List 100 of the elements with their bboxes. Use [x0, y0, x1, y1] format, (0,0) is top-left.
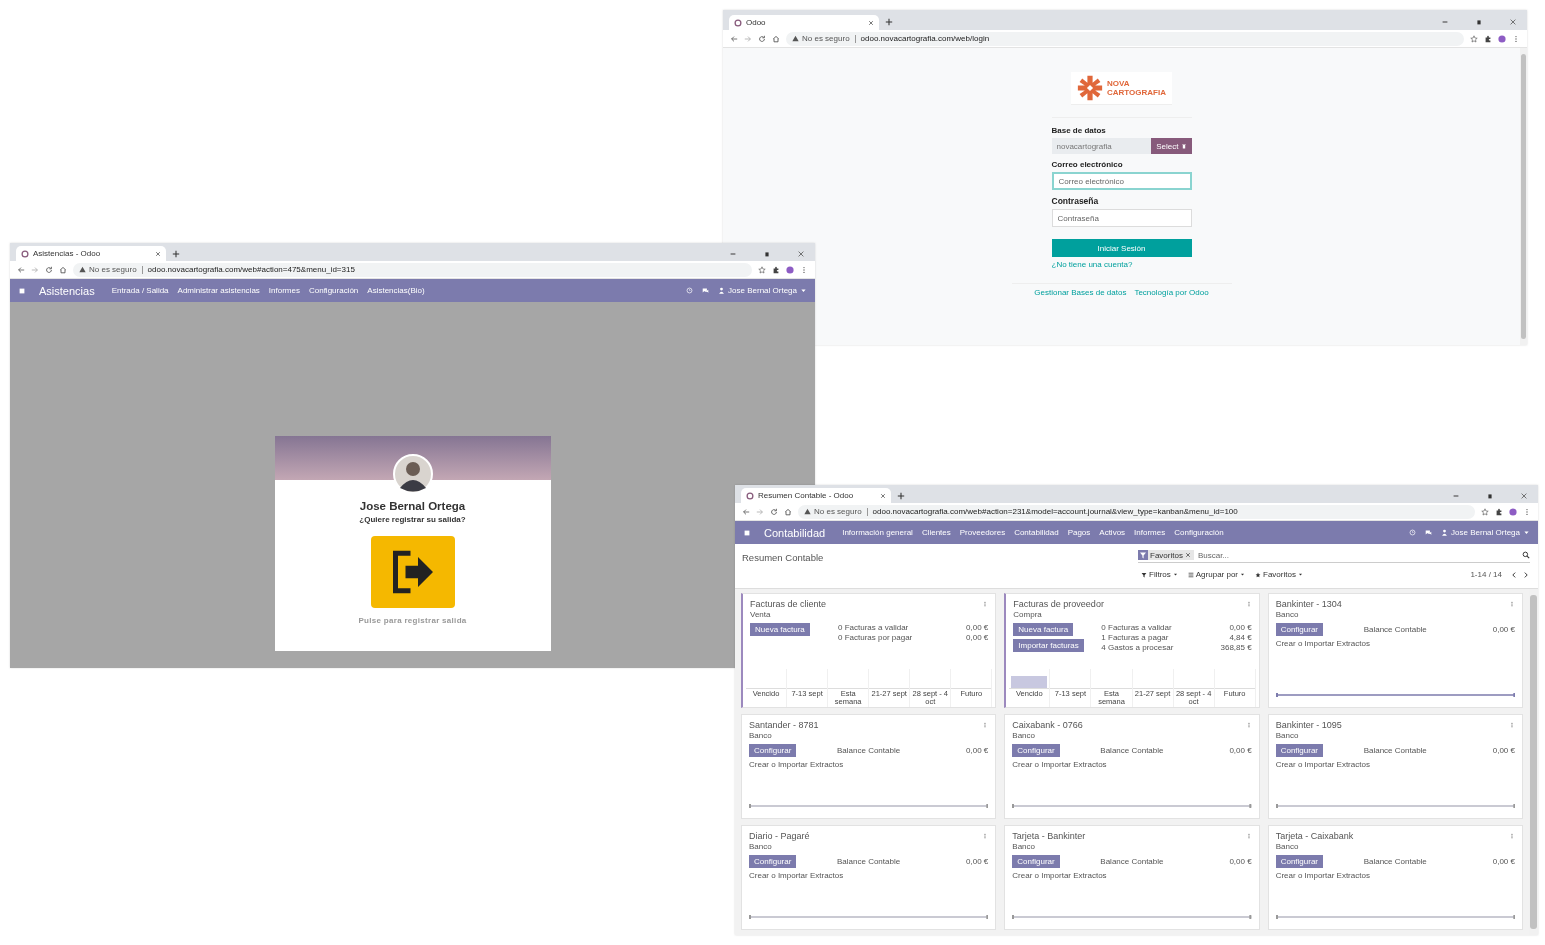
action-button[interactable]: Configurar [749, 744, 797, 757]
chevron-left-icon[interactable] [1510, 570, 1518, 579]
close-icon[interactable] [1509, 17, 1517, 26]
import-statements-link[interactable]: Crear o Importar Extractos [1275, 760, 1515, 769]
menu-item[interactable]: Entrada / Salida [111, 286, 169, 295]
search-field[interactable]: Favoritos Buscar... [1138, 548, 1530, 563]
menu-item[interactable]: Configuración [1174, 528, 1224, 537]
import-statements-link[interactable]: Crear o Importar Extractos [1012, 760, 1252, 769]
apps-menu-icon[interactable] [743, 528, 751, 537]
menu-item[interactable]: Administrar asistencias [177, 286, 260, 295]
search-icon[interactable] [1522, 551, 1530, 559]
close-icon[interactable] [797, 249, 805, 258]
import-statements-link[interactable]: Crear o Importar Extractos [1275, 639, 1515, 648]
address-field[interactable]: No es seguro odoo.novacartografia.com/web#action=231&model=account.journal&view_type=kanban&menu_id=100 [798, 504, 1475, 519]
reload-icon[interactable] [45, 265, 53, 274]
app-title[interactable]: Asistencias [39, 284, 95, 297]
menu-item[interactable]: Informes [1134, 528, 1166, 537]
action-button[interactable]: Nueva factura [750, 623, 810, 636]
menu-item[interactable]: Pagos [1067, 528, 1091, 537]
action-button[interactable]: Nueva factura [1013, 623, 1074, 636]
import-statements-link[interactable]: Crear o Importar Extractos [749, 760, 989, 769]
menu-icon[interactable] [1512, 34, 1520, 43]
clock-icon[interactable] [1409, 529, 1417, 536]
scrollbar[interactable] [1520, 48, 1527, 345]
journal-title[interactable]: Diario - Pagaré [749, 831, 810, 841]
journal-title[interactable]: Tarjeta - Caixabank [1275, 831, 1354, 841]
profile-avatar-icon[interactable] [1509, 507, 1517, 516]
action-button[interactable]: Configurar [1275, 744, 1323, 757]
home-icon[interactable] [784, 507, 792, 516]
menu-item[interactable]: Asistencias(Bio) [367, 286, 425, 295]
browser-tab[interactable]: Asistencias - Odoo [16, 246, 166, 261]
action-button[interactable]: Configurar [1012, 744, 1060, 757]
journal-title[interactable]: Santander - 8781 [749, 720, 819, 730]
menu-item[interactable]: Configuración [308, 286, 359, 295]
puzzle-icon[interactable] [1484, 34, 1492, 43]
check-out-button[interactable] [370, 536, 455, 608]
back-icon[interactable] [17, 265, 25, 274]
reload-icon[interactable] [770, 507, 778, 516]
new-tab-icon[interactable] [172, 249, 180, 258]
close-icon[interactable] [1520, 491, 1528, 500]
new-tab-icon[interactable] [897, 491, 905, 500]
signup-link[interactable]: ¿No tiene una cuenta? [1051, 260, 1192, 269]
close-icon[interactable] [155, 250, 161, 257]
star-icon[interactable] [1470, 34, 1478, 43]
app-title[interactable]: Contabilidad [764, 526, 826, 539]
close-icon[interactable] [868, 19, 874, 26]
back-icon[interactable] [742, 507, 750, 516]
star-icon[interactable] [758, 265, 766, 274]
restore-icon[interactable] [1475, 17, 1483, 26]
reload-icon[interactable] [758, 34, 766, 43]
remove-icon[interactable] [1184, 552, 1191, 558]
action-button[interactable]: Configurar [1275, 855, 1323, 868]
browser-tab[interactable]: Resumen Contable - Odoo [741, 488, 891, 503]
chat-icon[interactable] [1425, 529, 1433, 536]
menu-item[interactable]: Clientes [921, 528, 951, 537]
home-icon[interactable] [772, 34, 780, 43]
password-field[interactable]: Contraseña [1051, 209, 1192, 227]
login-button[interactable]: Iniciar Sesión [1051, 239, 1192, 257]
chat-icon[interactable] [702, 287, 710, 294]
summary-link[interactable]: 0 Facturas a validar [1101, 623, 1215, 632]
home-icon[interactable] [59, 265, 67, 274]
select-button[interactable]: Select [1151, 138, 1192, 154]
journal-title[interactable]: Bankinter - 1095 [1275, 720, 1342, 730]
chevron-right-icon[interactable] [1522, 570, 1530, 579]
journal-title[interactable]: Tarjeta - Bankinter [1012, 831, 1086, 841]
import-statements-link[interactable]: Crear o Importar Extractos [1012, 871, 1252, 880]
summary-link[interactable]: 0 Facturas por pagar [838, 633, 961, 642]
profile-avatar-icon[interactable] [1498, 34, 1506, 43]
menu-icon[interactable] [1523, 507, 1531, 516]
close-icon[interactable] [880, 492, 886, 499]
journal-title[interactable]: Bankinter - 1304 [1275, 599, 1342, 609]
user-menu[interactable]: Jose Bernal Ortega [1441, 528, 1530, 537]
action-button[interactable]: Configurar [1275, 623, 1323, 636]
clock-icon[interactable] [686, 287, 694, 294]
puzzle-icon[interactable] [772, 265, 780, 274]
star-icon[interactable] [1481, 507, 1489, 516]
address-field[interactable]: No es seguro odoo.novacartografia.com/web#action=475&menu_id=315 [73, 262, 752, 277]
apps-menu-icon[interactable] [18, 286, 26, 295]
restore-icon[interactable] [763, 249, 771, 258]
puzzle-icon[interactable] [1495, 507, 1503, 516]
footer-link[interactable]: Tecnología por Odoo [1134, 288, 1209, 297]
menu-item[interactable]: Información general [842, 528, 913, 537]
menu-item[interactable]: Activos [1099, 528, 1126, 537]
import-statements-link[interactable]: Crear o Importar Extractos [749, 871, 989, 880]
journal-title[interactable]: Facturas de cliente [750, 599, 827, 609]
menu-item[interactable]: Proveedores [959, 528, 1006, 537]
menu-item[interactable]: Contabilidad [1014, 528, 1059, 537]
database-field[interactable]: novacartografia [1051, 138, 1152, 154]
email-field[interactable]: Correo electrónico [1051, 172, 1192, 190]
journal-title[interactable]: Facturas de proveedor [1013, 599, 1104, 609]
footer-link[interactable]: Gestionar Bases de datos [1034, 288, 1127, 297]
action-button[interactable]: Configurar [1012, 855, 1060, 868]
browser-tab[interactable]: Odoo [729, 15, 879, 30]
journal-title[interactable]: Caixabank - 0766 [1012, 720, 1083, 730]
summary-link[interactable]: 0 Facturas a validar [838, 623, 961, 632]
profile-avatar-icon[interactable] [786, 265, 794, 274]
summary-link[interactable]: 4 Gastos a procesar [1101, 643, 1215, 652]
menu-icon[interactable] [800, 265, 808, 274]
summary-link[interactable]: 1 Facturas a pagar [1101, 633, 1215, 642]
user-menu[interactable]: Jose Bernal Ortega [718, 286, 807, 295]
